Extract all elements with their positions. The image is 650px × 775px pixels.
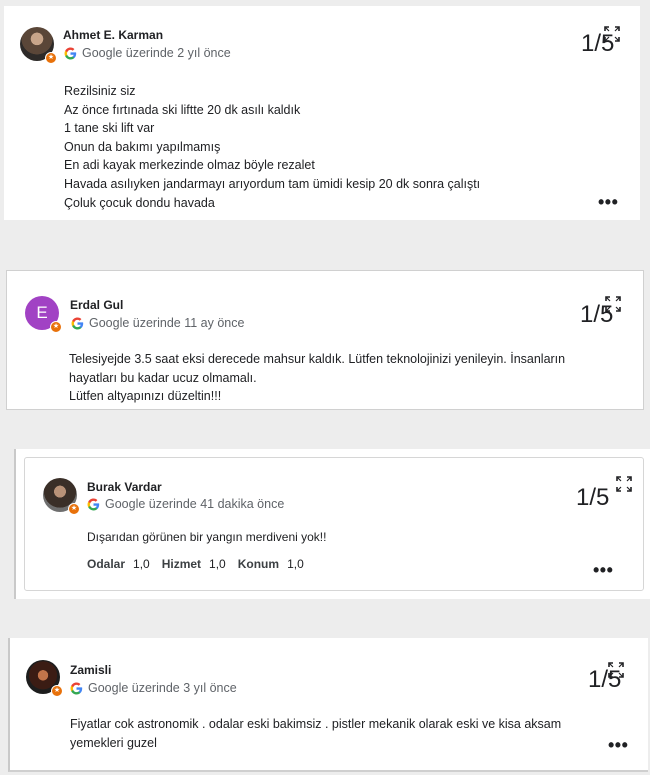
- review-text: Fiyatlar cok astronomik . odalar eski ba…: [70, 715, 561, 752]
- review-text: Telesiyejde 3.5 saat eksi derecede mahsu…: [69, 350, 565, 406]
- google-g-icon: [87, 498, 100, 510]
- expand-icon[interactable]: [616, 476, 632, 492]
- review-meta: Google üzerinde 41 dakika önce: [87, 497, 284, 511]
- more-options-icon[interactable]: •••: [598, 192, 618, 213]
- reviewer-name[interactable]: Erdal Gul: [70, 298, 123, 312]
- avatar[interactable]: ★: [20, 27, 57, 64]
- review-line: En adi kayak merkezinde olmaz böyle reza…: [64, 158, 315, 173]
- local-guide-badge-icon: ★: [68, 503, 80, 515]
- review-text: Rezilsiniz siz Az önce fırtınada ski lif…: [64, 82, 480, 212]
- review-line: Rezilsiniz siz: [64, 84, 136, 98]
- aspect-service: Hizmet 1,0: [162, 557, 226, 571]
- google-g-icon: [71, 317, 84, 329]
- expand-icon[interactable]: [608, 662, 624, 678]
- review-line: Çoluk çocuk dondu havada: [64, 195, 215, 210]
- review-line: 1 tane ski lift var: [64, 121, 155, 136]
- google-g-icon: [64, 47, 77, 59]
- review-time: Google üzerinde 11 ay önce: [89, 316, 245, 330]
- review-rating: 1/5: [576, 484, 610, 511]
- review-line: Onun da bakımı yapılmamış: [64, 139, 221, 154]
- expand-icon[interactable]: [605, 296, 621, 312]
- reviewer-name[interactable]: Burak Vardar: [87, 480, 162, 494]
- more-options-icon[interactable]: •••: [593, 560, 613, 581]
- aspect-value: 1,0: [287, 557, 304, 571]
- aspect-location: Konum 1,0: [238, 557, 304, 571]
- review-card: ★ Zamisli Google üzerinde 3 yıl önce 1/5…: [8, 638, 648, 772]
- review-card: ★ Ahmet E. Karman Google üzerinde 2 yıl …: [4, 6, 640, 220]
- avatar[interactable]: E ★: [25, 296, 62, 333]
- review-line: yemekleri guzel: [70, 735, 157, 750]
- review-text: Dışarıdan görünen bir yangın merdiveni y…: [87, 528, 326, 547]
- review-line: Havada asılıyken jandarmayı arıyordum ta…: [64, 176, 481, 191]
- aspect-value: 1,0: [133, 557, 150, 571]
- aspect-label: Hizmet: [161, 557, 202, 571]
- aspect-label: Odalar: [87, 557, 126, 571]
- aspect-value: 1,0: [209, 557, 226, 571]
- aspect-rooms: Odalar 1,0: [87, 557, 150, 571]
- avatar[interactable]: ★: [43, 478, 80, 515]
- review-card: E ★ Erdal Gul Google üzerinde 11 ay önce…: [6, 270, 644, 410]
- review-meta: Google üzerinde 3 yıl önce: [70, 681, 237, 695]
- review-line: hayatları bu kadar ucuz olmamalı.: [69, 370, 257, 385]
- review-line: Dışarıdan görünen bir yangın merdiveni y…: [87, 530, 327, 544]
- review-line: Az önce fırtınada ski liftte 20 dk asılı…: [64, 102, 301, 117]
- expand-icon[interactable]: [604, 26, 620, 42]
- review-time: Google üzerinde 3 yıl önce: [88, 681, 237, 695]
- review-card: ★ Burak Vardar Google üzerinde 41 dakika…: [14, 449, 650, 599]
- local-guide-badge-icon: ★: [45, 52, 57, 64]
- review-time: Google üzerinde 2 yıl önce: [82, 46, 231, 60]
- review-line: Lütfen altyapınızı düzeltin!!!: [69, 389, 222, 404]
- review-line: Telesiyejde 3.5 saat eksi derecede mahsu…: [69, 352, 566, 366]
- avatar[interactable]: ★: [26, 660, 63, 697]
- review-line: Fiyatlar cok astronomik . odalar eski ba…: [70, 717, 562, 731]
- reviewer-name[interactable]: Zamisli: [70, 663, 111, 677]
- review-time: Google üzerinde 41 dakika önce: [105, 497, 285, 511]
- reviewer-name[interactable]: Ahmet E. Karman: [63, 28, 163, 42]
- aspect-ratings: Odalar 1,0 Hizmet 1,0 Konum 1,0: [87, 557, 304, 571]
- review-meta: Google üzerinde 11 ay önce: [71, 316, 244, 330]
- more-options-icon[interactable]: •••: [608, 735, 628, 756]
- local-guide-badge-icon: ★: [51, 685, 63, 697]
- review-meta: Google üzerinde 2 yıl önce: [64, 46, 231, 60]
- local-guide-badge-icon: ★: [50, 321, 62, 333]
- google-g-icon: [70, 682, 83, 694]
- review-card-inner: ★ Burak Vardar Google üzerinde 41 dakika…: [24, 457, 644, 591]
- aspect-label: Konum: [237, 557, 280, 571]
